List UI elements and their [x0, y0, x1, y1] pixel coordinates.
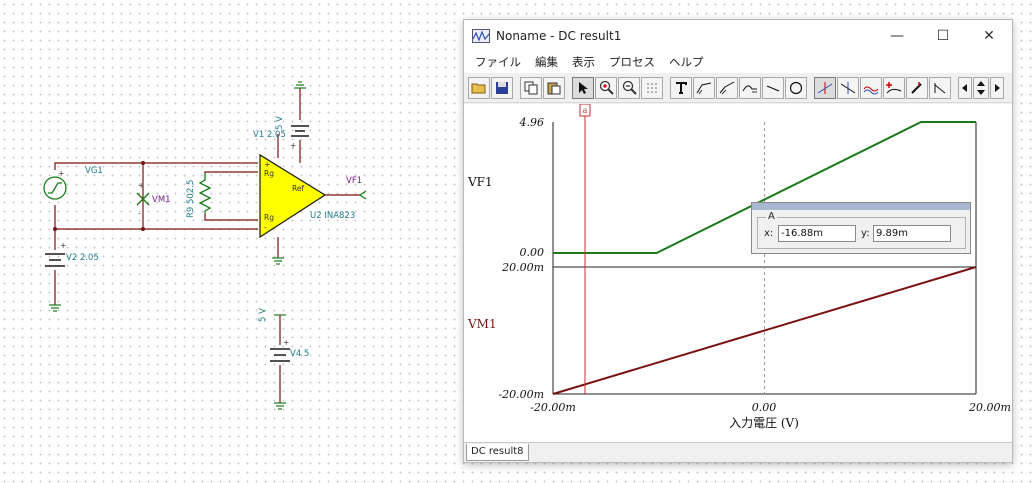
- curve-c-icon[interactable]: [739, 76, 761, 99]
- close-button[interactable]: ✕: [966, 20, 1012, 51]
- wire-r9-bottom: [204, 214, 258, 221]
- v1-label: V1 2.05: [253, 130, 286, 140]
- toolbar: [464, 73, 1012, 103]
- junction-dot: [141, 161, 145, 165]
- window-title: Noname - DC result1: [496, 28, 622, 43]
- paste-icon[interactable]: [543, 76, 565, 99]
- v4-battery[interactable]: [270, 348, 290, 362]
- cursor-group-a: A x: -16.88m y: 9.89m: [757, 211, 966, 249]
- dc-result-chart[interactable]: a 4.96 0.00 20.00m -20.00m VF1 VM1 -20.0…: [464, 103, 1012, 442]
- status-bar: DC result8: [464, 442, 1012, 462]
- v2-label: V2 2.05: [66, 253, 99, 263]
- cursor-a-marker-label: a: [583, 106, 588, 115]
- xtick-min: -20.00m: [530, 401, 576, 414]
- wire-bottom-input: [54, 205, 258, 230]
- menu-file[interactable]: ファイル: [468, 54, 528, 70]
- curve-a-icon[interactable]: [693, 76, 715, 99]
- save-icon[interactable]: [491, 76, 513, 99]
- u2-minus: -: [264, 223, 267, 232]
- dc-result-window[interactable]: Noname - DC result1 — ☐ ✕ ファイル 編集 表示 プロセ…: [463, 19, 1013, 463]
- pen-icon[interactable]: [906, 76, 928, 99]
- ground-icon: [272, 257, 284, 265]
- vf1-ytick-bottom: 0.00: [520, 246, 545, 259]
- junction-dot: [141, 227, 145, 231]
- cursor-x-field[interactable]: -16.88m: [778, 225, 856, 242]
- vg1-label: VG1: [85, 166, 103, 176]
- v2-plus: +: [60, 241, 66, 250]
- v1-plus: +: [290, 141, 296, 150]
- pointer-icon[interactable]: [572, 76, 594, 99]
- u2-plus: +: [264, 160, 270, 169]
- vf1-ytick-top: 4.96: [519, 116, 545, 129]
- vm1-plus: +: [138, 181, 144, 190]
- v4-plus: +: [283, 338, 289, 347]
- u2-pin-rg-bottom: Rg: [264, 213, 274, 222]
- r9-resistor[interactable]: [198, 173, 212, 214]
- u2-pin-ref: Ref: [292, 184, 304, 193]
- cursor-y-field[interactable]: 9.89m: [873, 225, 951, 242]
- r9-label: R9 502.5: [186, 180, 196, 218]
- marker-add-icon[interactable]: [883, 76, 905, 99]
- menu-edit[interactable]: 編集: [528, 54, 565, 70]
- vf1-label: VF1: [346, 176, 362, 186]
- cursor-panel-header[interactable]: [752, 203, 970, 210]
- copy-icon[interactable]: [520, 76, 542, 99]
- zoom-100-icon[interactable]: [618, 76, 640, 99]
- xtick-zero: 0.00: [752, 401, 777, 414]
- app-chart-icon: [472, 28, 490, 43]
- vf1-probe-icon[interactable]: [359, 190, 367, 200]
- angle-icon[interactable]: [929, 76, 951, 99]
- minimize-button[interactable]: —: [874, 20, 920, 51]
- title-bar[interactable]: Noname - DC result1 — ☐ ✕: [464, 20, 1012, 51]
- vm1-minus: -: [138, 209, 141, 218]
- vg1-plus: +: [58, 169, 64, 178]
- vm1-axis-label: VM1: [467, 317, 497, 331]
- v2-battery[interactable]: [45, 253, 65, 267]
- ground-icon: [49, 304, 61, 312]
- menu-help[interactable]: ヘルプ: [662, 54, 711, 70]
- left-arrow-icon[interactable]: [958, 76, 972, 99]
- v1-battery[interactable]: [291, 125, 309, 137]
- menu-bar: ファイル 編集 表示 プロセス ヘルプ: [464, 51, 1012, 73]
- x-axis-label: 入力電圧 (V): [729, 416, 799, 430]
- v4-volt-label: 5 V: [258, 308, 268, 322]
- line-icon[interactable]: [762, 76, 784, 99]
- cursor-group-title: A: [766, 211, 777, 222]
- result-tab[interactable]: DC result8: [466, 444, 529, 461]
- xtick-max: 20.00m: [968, 401, 1011, 414]
- marker-icon[interactable]: [860, 76, 882, 99]
- cursor-readout-panel[interactable]: A x: -16.88m y: 9.89m: [751, 202, 971, 254]
- junction-dot: [53, 227, 57, 231]
- vm1-ytick-bottom: -20.00m: [498, 388, 544, 401]
- v1-volt-label: 5 V: [275, 116, 285, 130]
- vm1-label: VM1: [152, 195, 171, 205]
- schematic-canvas[interactable]: VG1 + VM1 + - R9 502.5 Rg Rg Ref + - U2 …: [0, 0, 460, 483]
- menu-process[interactable]: プロセス: [602, 54, 662, 70]
- menu-view[interactable]: 表示: [565, 54, 602, 70]
- vm1-ytick-top: 20.00m: [501, 261, 544, 274]
- right-arrow-icon[interactable]: [990, 76, 1004, 99]
- wire-r9-top: [204, 171, 258, 173]
- cursor-b-icon[interactable]: [837, 76, 859, 99]
- u2-label: U2 INA823: [310, 211, 355, 221]
- vg1-source[interactable]: [43, 176, 67, 200]
- ground-icon: [274, 402, 286, 410]
- cursor-x-label: x:: [764, 228, 774, 239]
- up-down-arrow-icon[interactable]: [973, 76, 989, 99]
- curve-b-icon[interactable]: [716, 76, 738, 99]
- plot-area[interactable]: a 4.96 0.00 20.00m -20.00m VF1 VM1 -20.0…: [464, 103, 1012, 442]
- cursor-y-label: y:: [861, 228, 870, 239]
- ground-icon: [294, 81, 306, 89]
- u2-pin-rg-top: Rg: [264, 169, 274, 178]
- open-folder-icon[interactable]: [468, 76, 490, 99]
- zoom-in-icon[interactable]: [595, 76, 617, 99]
- v4-label: V4 5: [290, 349, 309, 359]
- maximize-button[interactable]: ☐: [920, 20, 966, 51]
- circle-icon[interactable]: [785, 76, 807, 99]
- grid-icon[interactable]: [641, 76, 663, 99]
- cursor-a-icon[interactable]: [814, 76, 836, 99]
- text-icon[interactable]: [670, 76, 692, 99]
- vf1-axis-label: VF1: [467, 175, 493, 189]
